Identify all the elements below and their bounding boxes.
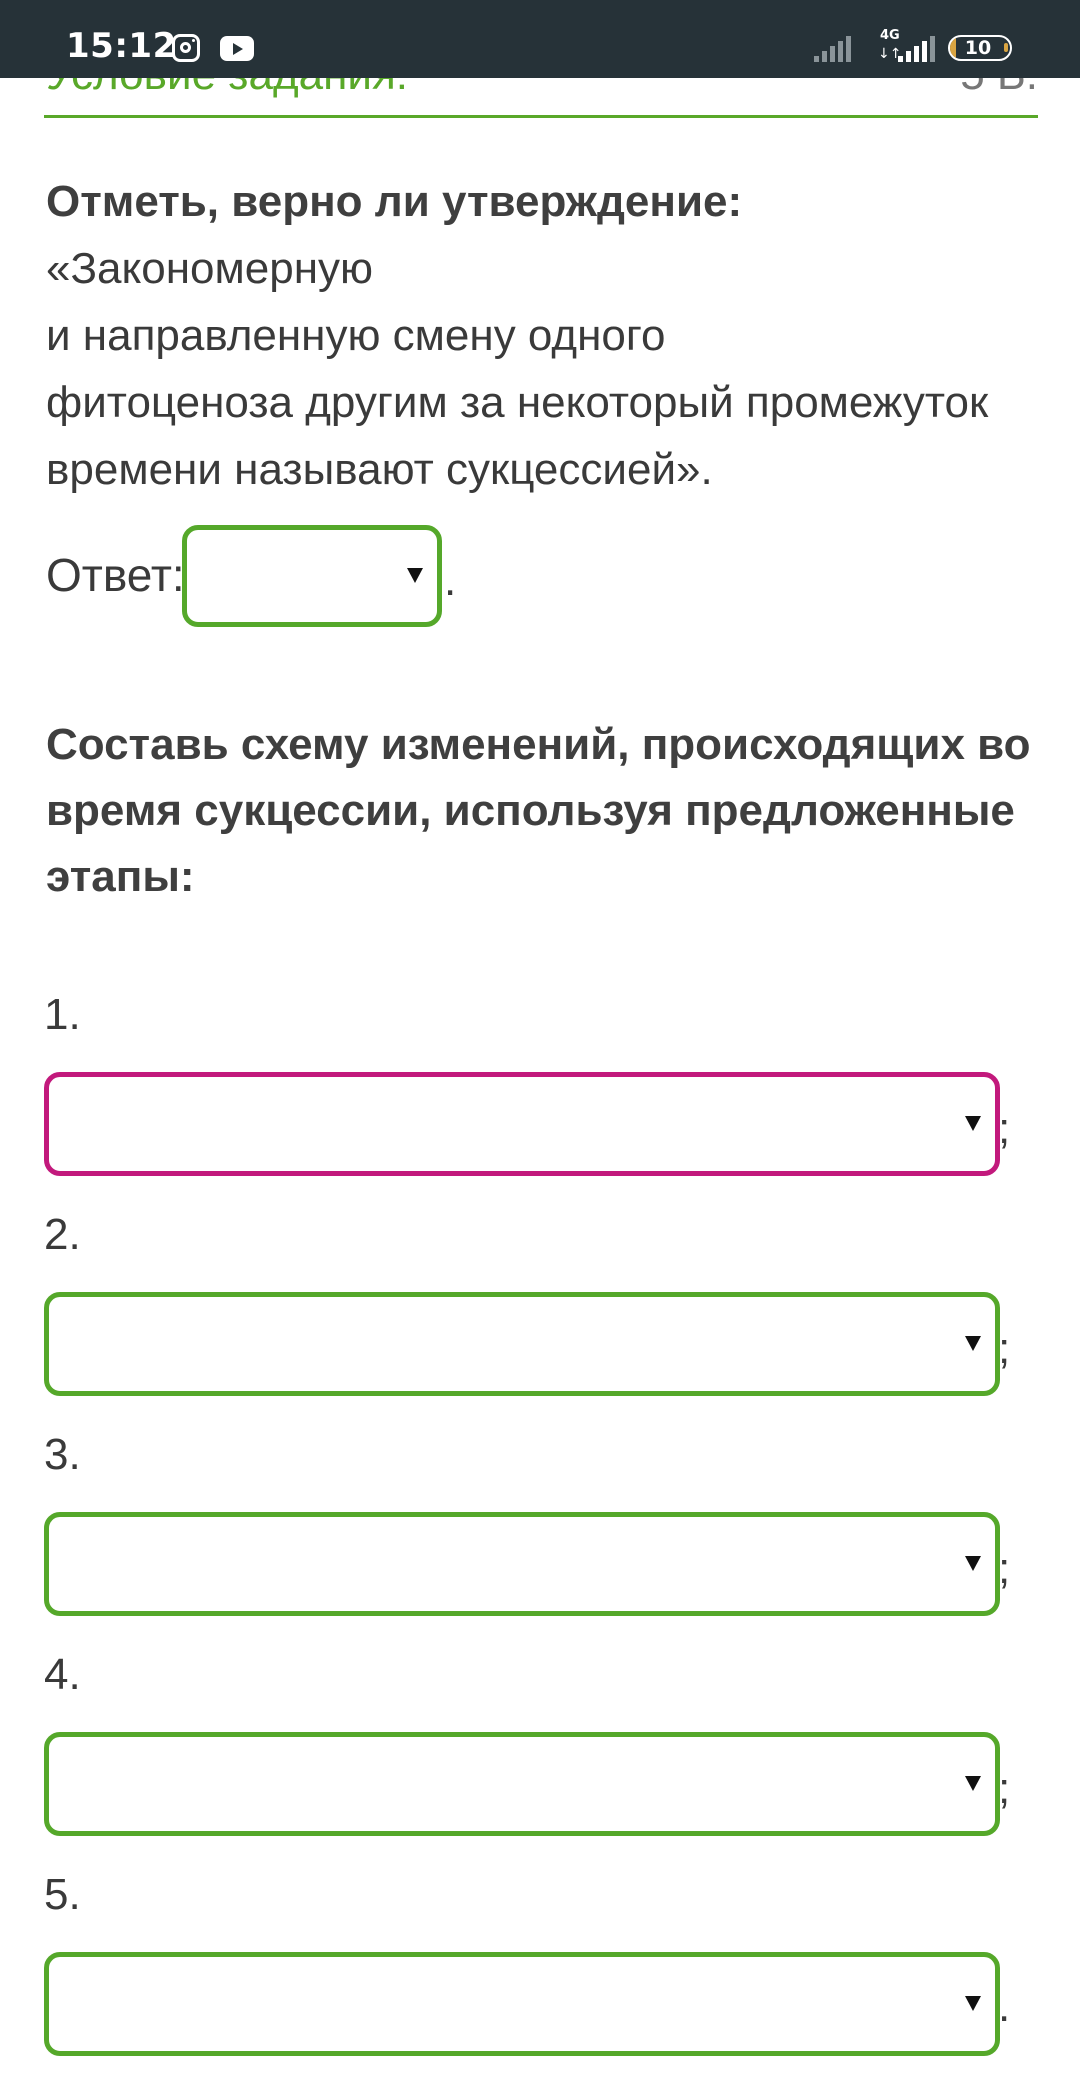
step-punct-2: ; [998, 1324, 1011, 1373]
question-line-2: и направленную смену одного [46, 311, 666, 360]
signal-icon [814, 34, 851, 62]
scheme-heading: Составь схему изменений, происходящих во… [46, 712, 1036, 910]
step-number-1: 1. [44, 990, 81, 1039]
question-lead: Отметь, верно ли утверждение: [46, 177, 743, 226]
scheme-heading-line-1: Составь схему изменений, происходящих во [46, 720, 1031, 769]
chevron-down-icon [965, 1116, 981, 1131]
step-select-2[interactable] [44, 1292, 1000, 1396]
chevron-down-icon [965, 1556, 981, 1571]
question-line-1: Отметь, верно ли утверждение: «Закономер… [46, 168, 1046, 302]
instagram-icon [172, 34, 200, 62]
step-number-3: 3. [44, 1430, 81, 1479]
step-punct-3: ; [998, 1544, 1011, 1593]
battery-icon: 10 [948, 35, 1012, 61]
chevron-down-icon [407, 568, 423, 583]
header-divider [44, 115, 1038, 118]
answer-select[interactable] [182, 525, 442, 627]
chevron-down-icon [965, 1336, 981, 1351]
question-text: Отметь, верно ли утверждение: «Закономер… [46, 168, 1046, 503]
step-select-1[interactable] [44, 1072, 1000, 1176]
step-punct-4: ; [998, 1764, 1011, 1813]
step-punct-1: ; [998, 1104, 1011, 1153]
question-line-1-rest: «Закономерную [46, 244, 373, 293]
answer-label: Ответ: [46, 549, 185, 601]
chevron-down-icon [965, 1996, 981, 2011]
step-number-4: 4. [44, 1650, 81, 1699]
step-select-4[interactable] [44, 1732, 1000, 1836]
question-line-3: фитоценоза другим за некоторый промежуто… [46, 378, 989, 427]
step-punct-5: . [998, 1982, 1011, 2031]
network-type-label: 4G [880, 28, 900, 43]
answer-trailing-dot: . [444, 556, 457, 605]
status-time: 15:12 [66, 26, 177, 66]
scheme-heading-line-2: время сукцессии, используя предложенные [46, 786, 1015, 835]
status-bar: 15:12 4G ↓↑ 10 [0, 0, 1080, 78]
scheme-heading-line-3: этапы: [46, 852, 195, 901]
page: Условие задания: 5 Б. 15:12 4G ↓↑ 10 [0, 0, 1080, 2096]
youtube-icon [220, 36, 254, 61]
mobile-signal-icon [898, 34, 935, 62]
step-number-2: 2. [44, 1210, 81, 1259]
step-select-3[interactable] [44, 1512, 1000, 1616]
battery-level: 10 [964, 37, 992, 59]
step-select-5[interactable] [44, 1952, 1000, 2056]
step-number-5: 5. [44, 1870, 81, 1919]
question-line-4: времени называют сукцессией». [46, 445, 713, 494]
chevron-down-icon [965, 1776, 981, 1791]
